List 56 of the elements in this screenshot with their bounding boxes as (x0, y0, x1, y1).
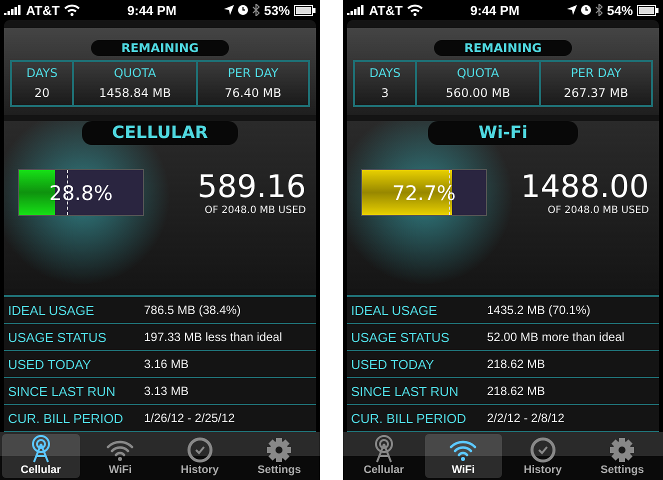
detail-value: 786.5 MB (38.4%) (144, 303, 241, 317)
battery-percent: 54% (606, 2, 633, 18)
table-cell: 3 (381, 86, 389, 100)
tab-bar-item[interactable]: Cellular (345, 434, 422, 478)
column-header: PER DAY (228, 66, 278, 80)
detail-value: 197.33 MB less than ideal (144, 330, 282, 344)
column-header: DAYS (26, 66, 58, 80)
carrier-name: AT&T (26, 2, 60, 18)
detail-label: CUR. BILL PERIOD (351, 410, 468, 426)
percent-reading: 72.7% (392, 180, 456, 204)
percent-reading: 28.8% (49, 180, 113, 204)
section-title: REMAINING (91, 40, 229, 56)
column-header: QUOTA (114, 66, 156, 80)
column-header: QUOTA (456, 66, 500, 80)
section-title: Wi-Fi (428, 121, 578, 145)
column-header: DAYS (369, 66, 401, 80)
table-cell: 20 (34, 86, 50, 100)
tab-bar-item[interactable]: Settings (584, 434, 661, 478)
detail-label: USAGE STATUS (351, 330, 450, 344)
column-header: PER DAY (570, 66, 622, 80)
detail-value: 218.62 MB (487, 357, 546, 371)
clock-time: 9:44 PM (470, 2, 520, 18)
battery-percent: 53% (264, 2, 290, 18)
clock-time: 9:44 PM (127, 2, 176, 18)
detail-label: USAGE STATUS (8, 330, 108, 344)
tab-bar-item[interactable]: WiFi (82, 434, 159, 478)
table-cell: 76.40 MB (224, 86, 282, 100)
tab-bar-item[interactable]: Settings (240, 434, 318, 478)
total-caption: OF 2048.0 MB USED (204, 205, 306, 216)
table-cell: 560.00 MB (446, 86, 510, 100)
detail-label: SINCE LAST RUN (351, 384, 460, 398)
section-title: CELLULAR (82, 121, 238, 145)
table-cell: 267.37 MB (564, 86, 628, 100)
used-amount: 589.16 (198, 169, 306, 205)
detail-value: 3.13 MB (144, 384, 189, 398)
detail-value: 52.00 MB more than ideal (487, 330, 624, 344)
detail-value: 2/2/12 - 2/8/12 (487, 411, 564, 425)
detail-label: SINCE LAST RUN (8, 384, 116, 398)
total-caption: OF 2048.0 MB USED (548, 205, 649, 216)
table-cell: 1458.84 MB (98, 86, 172, 100)
tab-bar-item[interactable]: Cellular (2, 434, 80, 478)
detail-label: IDEAL USAGE (351, 302, 438, 318)
tab-bar-item[interactable]: History (161, 434, 238, 478)
detail-label: IDEAL USAGE (8, 302, 96, 318)
tab-bar-item[interactable]: History (504, 434, 582, 478)
section-title: REMAINING (434, 40, 572, 56)
carrier-name: AT&T (369, 2, 403, 18)
tab-bar-item[interactable]: WiFi (424, 434, 502, 478)
detail-value: 3.16 MB (144, 357, 189, 371)
detail-label: CUR. BILL PERIOD (8, 410, 124, 426)
used-amount: 1488.00 (520, 169, 649, 205)
detail-value: 1/26/12 - 2/25/12 (144, 411, 235, 425)
detail-label: USED TODAY (8, 356, 92, 372)
detail-value: 1435.2 MB (70.1%) (487, 303, 590, 317)
detail-label: USED TODAY (351, 356, 436, 372)
detail-value: 218.62 MB (487, 384, 546, 398)
